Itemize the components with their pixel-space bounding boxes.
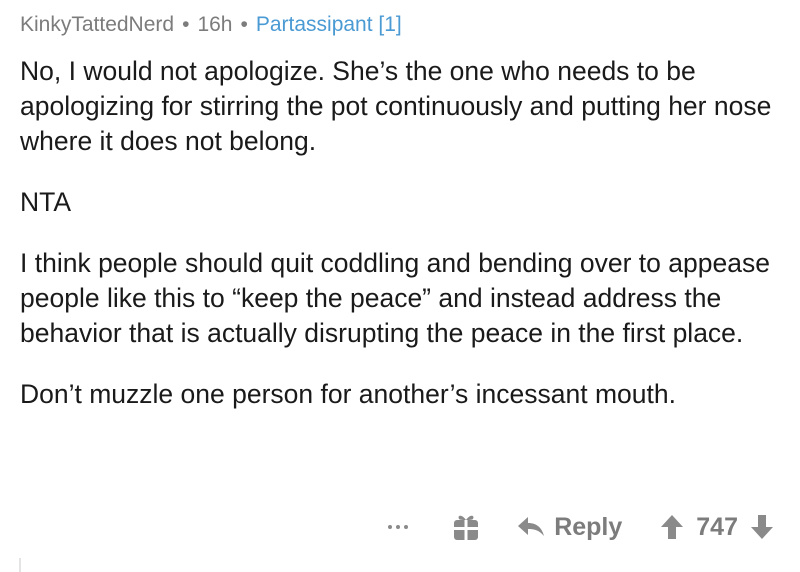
- ellipsis-icon[interactable]: [388, 525, 409, 529]
- gift-icon[interactable]: [452, 512, 480, 542]
- comment-body: No, I would not apologize. She’s the one…: [20, 54, 788, 438]
- author-name[interactable]: KinkyTattedNerd: [20, 12, 174, 38]
- downvote-arrow-icon[interactable]: [750, 514, 774, 540]
- comment-paragraph: I think people should quit coddling and …: [20, 248, 770, 348]
- comment-actions: Reply 747: [388, 505, 774, 549]
- reply-button[interactable]: Reply: [516, 513, 622, 542]
- user-flair: Partassipant [1]: [255, 13, 402, 36]
- reply-label: Reply: [554, 512, 623, 541]
- vote-controls: 747: [660, 513, 774, 542]
- meta-separator: •: [240, 13, 248, 36]
- reply-arrow-icon: [518, 517, 545, 536]
- comment-meta: KinkyTattedNerd • 16h • Partassipant [1]: [20, 12, 402, 38]
- upvote-arrow-icon[interactable]: [660, 514, 684, 540]
- meta-separator: •: [182, 13, 190, 36]
- comment-paragraph: NTA: [20, 187, 72, 217]
- comment-paragraph: Don’t muzzle one person for another’s in…: [20, 379, 676, 409]
- thread-line: [19, 558, 21, 572]
- comment-paragraph: No, I would not apologize. She’s the one…: [20, 56, 772, 156]
- comment: KinkyTattedNerd • 16h • Partassipant [1]…: [20, 0, 790, 572]
- vote-score: 747: [696, 512, 738, 541]
- comment-age: 16h: [197, 13, 233, 36]
